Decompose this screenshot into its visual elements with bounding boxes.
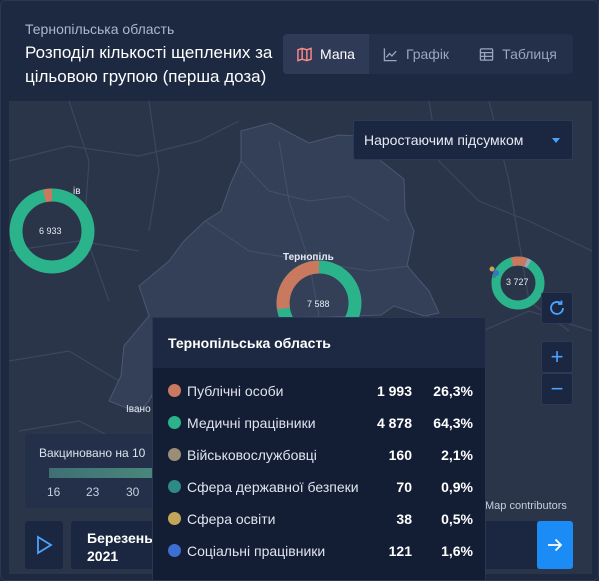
view-tabs: Мапа Графік Таблиця xyxy=(283,34,573,74)
row-count: 38 xyxy=(396,511,412,527)
timeline-month-name: Березень xyxy=(87,530,153,546)
caret-down-icon xyxy=(552,138,560,143)
refresh-icon xyxy=(550,300,564,315)
arrow-right-icon xyxy=(548,538,563,552)
tooltip-title: Тернопільська область xyxy=(153,318,485,368)
row-percent: 64,3% xyxy=(433,415,473,431)
legend-tick: 30 xyxy=(126,485,140,499)
city-label-ternopil: Тернопіль xyxy=(283,252,334,263)
row-label: Військовослужбовці xyxy=(187,447,317,463)
row-count: 1 993 xyxy=(376,383,412,399)
tooltip-rows: Публічні особи 1 993 26,3% Медичні праці… xyxy=(153,376,487,568)
timeline-month[interactable]: Березень 2021 xyxy=(71,521,161,569)
row-label: Сфера державної безпеки xyxy=(187,479,359,495)
row-percent: 2,1% xyxy=(441,447,473,463)
row-percent: 1,6% xyxy=(441,543,473,559)
mode-dropdown-value: Наростаючим підсумком xyxy=(364,132,524,148)
tooltip-row: Сфера державної безпеки 70 0,9% xyxy=(153,472,487,504)
map-legend: Вакциновано на 10 16 23 30 xyxy=(25,434,165,508)
chart-line-icon xyxy=(383,47,397,61)
legend-dot xyxy=(168,448,181,461)
tab-map[interactable]: Мапа xyxy=(283,34,369,74)
plus-icon: + xyxy=(550,344,564,369)
tooltip-row: Соціальні працівники 121 1,6% xyxy=(153,536,487,568)
row-label: Публічні особи xyxy=(187,383,284,399)
tooltip-row: Військовослужбовці 160 2,1% xyxy=(153,440,487,472)
row-label: Сфера освіти xyxy=(187,511,276,527)
zoom-out-button[interactable]: − xyxy=(541,373,573,405)
tooltip-row: Медичні працівники 4 878 64,3% xyxy=(153,408,487,440)
minus-icon: − xyxy=(550,376,564,401)
card-header: Тернопільська область Розподіл кількості… xyxy=(1,1,598,101)
tab-table-label: Таблиця xyxy=(502,46,557,62)
city-label-partial: ів xyxy=(73,186,81,197)
region-label: Тернопільська область xyxy=(25,21,175,37)
tab-map-label: Мапа xyxy=(320,46,355,62)
legend-tick: 23 xyxy=(86,485,100,499)
legend-color-bar xyxy=(49,468,165,478)
map-attribution[interactable]: Map contributors xyxy=(485,500,567,512)
row-label: Медичні працівники xyxy=(187,415,316,431)
legend-tick: 16 xyxy=(47,485,61,499)
row-percent: 0,9% xyxy=(441,479,473,495)
region-tooltip: Тернопільська область Публічні особи 1 9… xyxy=(152,317,487,580)
zoom-in-button[interactable]: + xyxy=(541,341,573,373)
row-count: 121 xyxy=(388,543,412,559)
legend-dot xyxy=(168,480,181,493)
play-button[interactable] xyxy=(25,521,63,569)
dashboard-card: Тернопільська область Розподіл кількості… xyxy=(0,0,599,581)
chart-title: Розподіл кількості щеплених за цільовою … xyxy=(25,43,273,86)
legend-dot xyxy=(168,416,181,429)
row-percent: 0,5% xyxy=(441,511,473,527)
city-label-ivano: Івано xyxy=(126,404,151,415)
reset-view-button[interactable] xyxy=(541,292,573,324)
row-count: 4 878 xyxy=(376,415,412,431)
tooltip-row: Сфера освіти 38 0,5% xyxy=(153,504,487,536)
tab-chart[interactable]: Графік xyxy=(369,34,463,74)
row-percent: 26,3% xyxy=(433,383,473,399)
play-icon xyxy=(37,535,53,555)
timeline-year: 2021 xyxy=(87,548,119,564)
row-label: Соціальні працівники xyxy=(187,543,326,559)
row-count: 160 xyxy=(388,447,412,463)
map-icon xyxy=(297,46,312,62)
tooltip-row: Публічні особи 1 993 26,3% xyxy=(153,376,487,408)
table-icon xyxy=(479,47,494,61)
legend-dot xyxy=(168,512,181,525)
legend-dot xyxy=(168,544,181,557)
bubble-label-center: 7 588 xyxy=(307,299,330,309)
next-month-button[interactable] xyxy=(537,521,573,569)
tab-table[interactable]: Таблиця xyxy=(463,34,573,74)
mode-dropdown[interactable]: Наростаючим підсумком xyxy=(353,120,573,160)
timeline-segment[interactable] xyxy=(485,521,537,569)
bubble-label-right: 3 727 xyxy=(506,277,529,287)
legend-title: Вакциновано на 10 xyxy=(39,446,146,460)
tab-chart-label: Графік xyxy=(405,46,450,62)
bubble-label-left: 6 933 xyxy=(39,226,62,236)
row-count: 70 xyxy=(396,479,412,495)
legend-dot xyxy=(168,384,181,397)
